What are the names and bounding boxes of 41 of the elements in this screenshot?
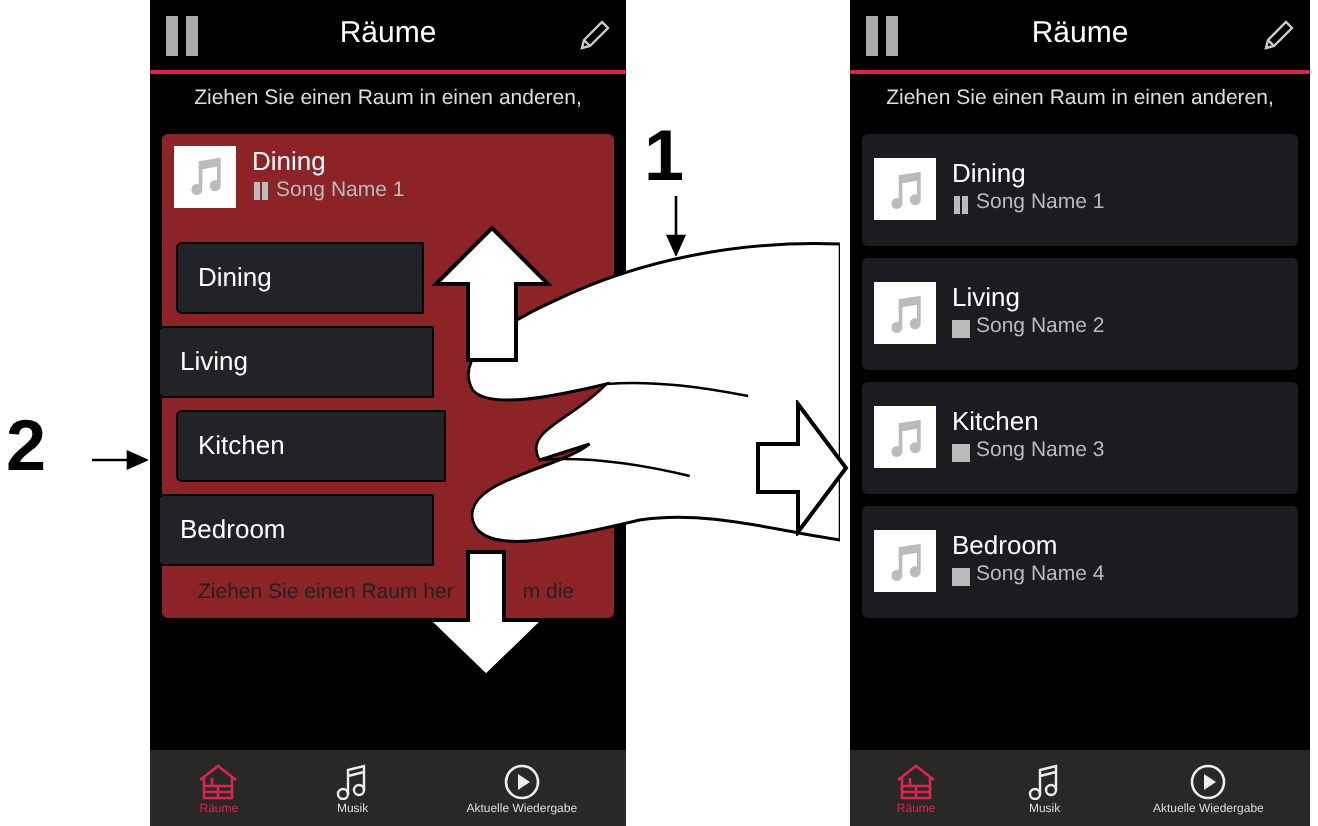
room-row[interactable]: Bedroom Song Name 4 (862, 505, 1298, 618)
room-name: Kitchen (952, 406, 1041, 437)
down-arrow-icon (666, 196, 686, 256)
edit-icon[interactable] (1261, 19, 1294, 51)
play-icon (1190, 764, 1227, 800)
album-art (874, 406, 936, 469)
album-art (874, 530, 936, 593)
song-name: Song Name 4 (976, 560, 1105, 591)
hint-text: Ziehen Sie einen Raum in einen anderen, (192, 84, 584, 114)
screen-title: Räume (1031, 14, 1129, 55)
edit-icon[interactable] (577, 19, 610, 51)
room-tile[interactable]: Living (158, 325, 434, 398)
callout-number: 2 (6, 410, 47, 482)
hint-text: m die (522, 577, 574, 608)
room-name: Living (952, 282, 1022, 313)
room-name: Dining (252, 145, 328, 176)
play-icon (503, 764, 540, 800)
up-arrow-icon (432, 224, 552, 364)
music-note-icon (336, 764, 369, 800)
song-name: Song Name 3 (976, 436, 1105, 467)
room-name: Bedroom (952, 530, 1060, 561)
room-tile[interactable]: Kitchen (176, 409, 446, 482)
hint-text: Ziehen Sie einen Raum in einen anderen, (884, 84, 1276, 114)
room-tile[interactable]: Dining (176, 241, 424, 314)
room-name: Dining (952, 158, 1028, 189)
song-name: Song Name 1 (276, 176, 405, 206)
album-art (174, 145, 236, 208)
house-icon (198, 764, 239, 800)
room-row[interactable]: Kitchen Song Name 3 (862, 381, 1298, 494)
room-row[interactable]: Living Song Name 2 (862, 257, 1298, 370)
house-icon (896, 764, 937, 800)
album-art (874, 282, 936, 345)
song-name: Song Name 1 (976, 188, 1105, 219)
song-name: Song Name 2 (976, 312, 1105, 343)
hint-text: Ziehen Sie einen Raum her (198, 577, 454, 608)
room-row[interactable]: Dining Song Name 1 (862, 133, 1298, 246)
callout-number: 1 (644, 120, 685, 192)
room-tile[interactable]: Bedroom (158, 493, 434, 566)
album-art (874, 158, 936, 221)
music-note-icon (1028, 764, 1061, 800)
screen-title: Räume (339, 14, 437, 55)
